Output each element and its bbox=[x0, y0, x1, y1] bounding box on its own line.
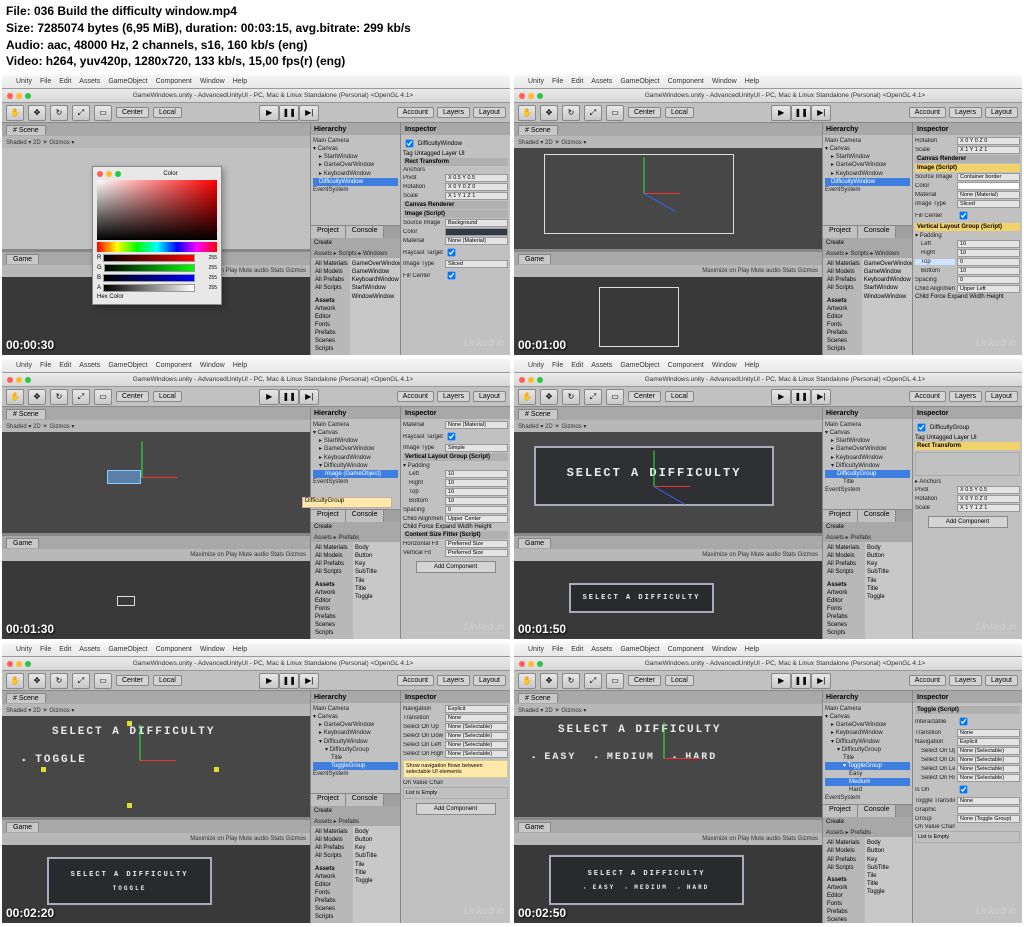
hierarchy-tab[interactable]: Hierarchy bbox=[311, 123, 400, 135]
hierarchy-tree[interactable]: Main Camera ▾ Canvas ▸ StartWindow ▸ Gam… bbox=[311, 135, 400, 225]
scene-view[interactable]: Color R255 G255 B255 A255 Hex Color bbox=[2, 148, 310, 249]
project-tab[interactable]: Project bbox=[311, 226, 346, 238]
thumb-1: UnityFileEditAssetsGameObjectComponentWi… bbox=[2, 75, 510, 355]
project-files[interactable]: GameOverWindowGameWindowKeyboardWindowSt… bbox=[350, 258, 405, 355]
tooltip: Show navigation flows between selectable… bbox=[403, 760, 508, 778]
inspector-tab[interactable]: Inspector bbox=[401, 123, 510, 135]
color-gradient[interactable] bbox=[97, 180, 217, 240]
thumb-6: UnityFileEditAssetsGameObjectComponentWi… bbox=[514, 643, 1022, 923]
play-button[interactable]: ▶ bbox=[259, 105, 279, 121]
local-toggle[interactable]: Local bbox=[153, 107, 182, 118]
move-tool-icon[interactable]: ✥ bbox=[28, 105, 46, 121]
medium-option[interactable]: MEDIUM bbox=[594, 752, 654, 763]
scene-view[interactable] bbox=[514, 148, 822, 249]
prefabs-tag: DifficultyGroup bbox=[302, 497, 392, 508]
scene-subbar[interactable]: Shaded ▾ 2D ☀ Gizmos ▾ bbox=[2, 136, 310, 148]
unity-toolbar[interactable]: ✋ ✥ ↻ ⤢ ▭ Center Local ▶ ❚❚ ▶| Account L… bbox=[2, 103, 510, 123]
pause-button[interactable]: ❚❚ bbox=[279, 105, 299, 121]
file-line: File: 036 Build the difficulty window.mp… bbox=[6, 3, 1018, 20]
hand-tool-icon[interactable]: ✋ bbox=[6, 105, 24, 121]
game-tab[interactable]: Game bbox=[6, 254, 39, 264]
inspector-body[interactable]: DifficultyWindow Tag Untagged Layer UI R… bbox=[401, 135, 510, 355]
console-tab[interactable]: Console bbox=[346, 226, 385, 238]
thumb-3: UnityFileEditAssetsGameObjectComponentWi… bbox=[2, 359, 510, 639]
project-folders[interactable]: All MaterialsAll ModelsAll PrefabsAll Sc… bbox=[311, 258, 350, 355]
center-toggle[interactable]: Center bbox=[116, 107, 149, 118]
size-line: Size: 7285074 bytes (6,95 MiB), duration… bbox=[6, 20, 1018, 37]
file-info-header: File: 036 Build the difficulty window.mp… bbox=[0, 0, 1024, 73]
easy-option[interactable]: EASY bbox=[532, 752, 576, 763]
macos-menubar[interactable]: UnityFileEditAssetsGameObjectComponentWi… bbox=[2, 75, 510, 89]
account-dropdown[interactable]: Account bbox=[397, 107, 434, 118]
layers-dropdown[interactable]: Layers bbox=[437, 107, 470, 118]
window-titlebar: GameWindows.unity - AdvancedUnityUI - PC… bbox=[2, 89, 510, 103]
add-component-button[interactable]: Add Component bbox=[416, 561, 496, 573]
step-button[interactable]: ▶| bbox=[299, 105, 319, 121]
layout-dropdown[interactable]: Layout bbox=[473, 107, 506, 118]
thumb-4: UnityFileEditAssetsGameObjectComponentWi… bbox=[514, 359, 1022, 639]
color-picker-window[interactable]: Color R255 G255 B255 A255 Hex Color bbox=[92, 166, 222, 305]
timestamp: 00:00:30 bbox=[6, 338, 54, 352]
hue-slider[interactable] bbox=[97, 242, 217, 252]
thumb-2: UnityFileEditAssetsGameObjectComponentWi… bbox=[514, 75, 1022, 355]
close-icon[interactable] bbox=[7, 93, 13, 99]
maximize-icon[interactable] bbox=[25, 93, 31, 99]
hierarchy-selected: DifficultyWindow bbox=[313, 178, 398, 186]
thumb-5: UnityFileEditAssetsGameObjectComponentWi… bbox=[2, 643, 510, 923]
rect-tool-icon[interactable]: ▭ bbox=[94, 105, 112, 121]
video-line: Video: h264, yuv420p, 1280x720, 133 kb/s… bbox=[6, 53, 1018, 70]
watermark: Linked in bbox=[464, 338, 504, 349]
minimize-icon[interactable] bbox=[16, 93, 22, 99]
rotate-tool-icon[interactable]: ↻ bbox=[50, 105, 68, 121]
scale-tool-icon[interactable]: ⤢ bbox=[72, 105, 90, 121]
scene-tab[interactable]: # Scene bbox=[6, 125, 46, 135]
window-title: GameWindows.unity - AdvancedUnityUI - PC… bbox=[36, 92, 510, 99]
audio-line: Audio: aac, 48000 Hz, 2 channels, s16, 1… bbox=[6, 37, 1018, 54]
